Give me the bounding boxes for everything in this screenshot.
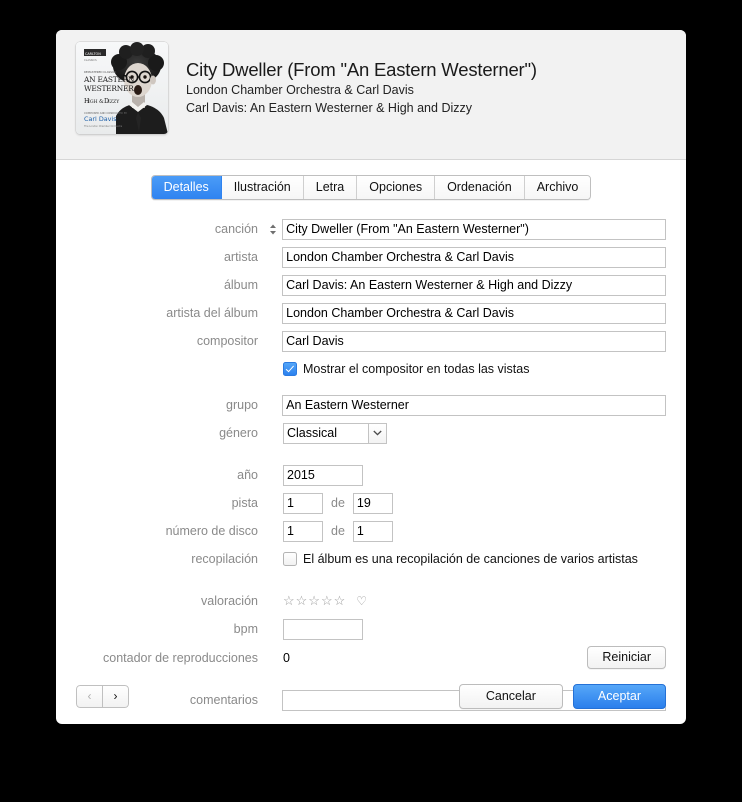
tab-ordenacion[interactable]: Ordenación bbox=[435, 176, 525, 199]
disc-of-label: de bbox=[331, 524, 345, 538]
dialog-header: CARLTON CLASSICS REMASTERED CLASSICS AN … bbox=[56, 30, 686, 160]
genre-combobox[interactable] bbox=[283, 422, 387, 444]
show-composer-checkbox-row[interactable]: Mostrar el compositor en todas las vista… bbox=[283, 362, 529, 376]
row-grouping: grupo bbox=[76, 394, 666, 416]
compilation-checkbox-row[interactable]: El álbum es una recopilación de cancione… bbox=[283, 552, 638, 566]
reset-play-count-button[interactable]: Reiniciar bbox=[587, 646, 666, 669]
track-navigation: ‹ › bbox=[76, 684, 129, 708]
label-artist: artista bbox=[223, 250, 258, 264]
label-album: álbum bbox=[223, 278, 258, 292]
row-play-count: contador de reproducciones 0 Reiniciar bbox=[76, 646, 666, 669]
row-album-artist: artista del álbum bbox=[76, 302, 666, 324]
label-track: pista bbox=[231, 496, 258, 510]
cancel-button[interactable]: Cancelar bbox=[458, 683, 563, 709]
track-total-input[interactable] bbox=[352, 492, 393, 514]
artist-input[interactable] bbox=[282, 246, 666, 268]
svg-text:REMASTERED CLASSICS: REMASTERED CLASSICS bbox=[84, 70, 117, 74]
tab-letra[interactable]: Letra bbox=[303, 176, 358, 199]
svg-text:Carl Davis: Carl Davis bbox=[84, 115, 117, 123]
row-disc: número de disco de bbox=[76, 520, 666, 542]
page-title: City Dweller (From "An Eastern Westerner… bbox=[186, 59, 537, 80]
svg-text:The London Chamber Orchestra: The London Chamber Orchestra bbox=[84, 125, 123, 128]
label-compilation: recopilación bbox=[191, 552, 258, 566]
svg-text:WESTERNER: WESTERNER bbox=[84, 84, 134, 93]
label-composer: compositor bbox=[196, 334, 258, 348]
reset-button-wrap: Reiniciar bbox=[587, 646, 666, 669]
row-composer: compositor bbox=[76, 330, 666, 352]
sort-chevron-icon[interactable] bbox=[266, 224, 279, 235]
header-text-block: City Dweller (From "An Eastern Westerner… bbox=[186, 42, 537, 117]
track-of-label: de bbox=[331, 496, 345, 510]
label-genre: género bbox=[219, 426, 258, 440]
svg-text:CLASSICS: CLASSICS bbox=[84, 58, 97, 62]
tab-detalles[interactable]: Detalles bbox=[151, 176, 222, 199]
bpm-input[interactable] bbox=[283, 618, 363, 640]
chevron-down-icon[interactable] bbox=[369, 422, 387, 444]
love-heart-icon[interactable]: ♡ bbox=[356, 594, 367, 608]
track-info-dialog: CARLTON CLASSICS REMASTERED CLASSICS AN … bbox=[56, 30, 686, 724]
album-artist-input[interactable] bbox=[282, 302, 666, 324]
row-year: año bbox=[76, 464, 666, 486]
album-artwork[interactable]: CARLTON CLASSICS REMASTERED CLASSICS AN … bbox=[76, 42, 168, 134]
disc-number-input[interactable] bbox=[283, 520, 323, 542]
label-rating: valoración bbox=[201, 594, 258, 608]
previous-track-button[interactable]: ‹ bbox=[76, 684, 103, 708]
svg-text:IGH: IGH bbox=[88, 99, 98, 105]
play-count-value: 0 bbox=[283, 650, 290, 665]
tab-opciones[interactable]: Opciones bbox=[357, 176, 436, 199]
svg-text:AN EASTERN: AN EASTERN bbox=[83, 75, 135, 84]
header-artist: London Chamber Orchestra & Carl Davis bbox=[186, 83, 414, 97]
next-track-button[interactable]: › bbox=[103, 684, 129, 708]
label-album-artist: artista del álbum bbox=[166, 306, 258, 320]
footer-actions: Cancelar Aceptar bbox=[458, 683, 666, 709]
header-album: Carl Davis: An Eastern Westerner & High … bbox=[186, 101, 472, 115]
label-year: año bbox=[237, 468, 258, 482]
show-composer-label: Mostrar el compositor en todas las vista… bbox=[303, 362, 530, 376]
label-bpm: bpm bbox=[233, 622, 258, 636]
row-genre: género bbox=[76, 422, 666, 444]
label-play-count: contador de reproducciones bbox=[103, 650, 258, 665]
year-input[interactable] bbox=[283, 464, 363, 486]
row-bpm: bpm bbox=[76, 618, 666, 640]
row-album: álbum bbox=[76, 274, 666, 296]
row-song: canción bbox=[76, 218, 666, 240]
grouping-input[interactable] bbox=[282, 394, 666, 416]
row-rating: valoración ☆☆☆☆☆ ♡ bbox=[76, 590, 666, 612]
label-disc: número de disco bbox=[165, 524, 258, 538]
dialog-footer: ‹ › Cancelar Aceptar bbox=[56, 668, 686, 724]
track-number-input[interactable] bbox=[283, 492, 323, 514]
row-artist: artista bbox=[76, 246, 666, 268]
tab-bar: Detalles Ilustración Letra Opciones Orde… bbox=[56, 175, 686, 200]
svg-text:CARLTON: CARLTON bbox=[85, 52, 101, 56]
disc-total-input[interactable] bbox=[352, 520, 393, 542]
rating-stars-icon[interactable]: ☆☆☆☆☆ bbox=[283, 593, 346, 609]
compilation-checkbox[interactable] bbox=[283, 552, 297, 566]
svg-text:IZZY: IZZY bbox=[108, 99, 120, 105]
accept-button[interactable]: Aceptar bbox=[572, 683, 666, 709]
composer-input[interactable] bbox=[282, 330, 666, 352]
compilation-label: El álbum es una recopilación de cancione… bbox=[303, 552, 638, 566]
row-compilation: recopilación El álbum es una recopilació… bbox=[76, 548, 666, 570]
tab-archivo[interactable]: Archivo bbox=[524, 176, 591, 199]
song-input[interactable] bbox=[282, 218, 666, 240]
label-song: canción bbox=[214, 222, 258, 236]
row-track: pista de bbox=[76, 492, 666, 514]
show-composer-checkbox[interactable] bbox=[283, 362, 297, 376]
row-show-composer: Mostrar el compositor en todas las vista… bbox=[76, 358, 666, 380]
album-input[interactable] bbox=[282, 274, 666, 296]
tab-ilustracion[interactable]: Ilustración bbox=[221, 176, 304, 199]
details-form: canción artista álbum artista del álbum bbox=[56, 200, 686, 711]
genre-input[interactable] bbox=[283, 422, 369, 444]
label-grouping: grupo bbox=[226, 398, 258, 412]
